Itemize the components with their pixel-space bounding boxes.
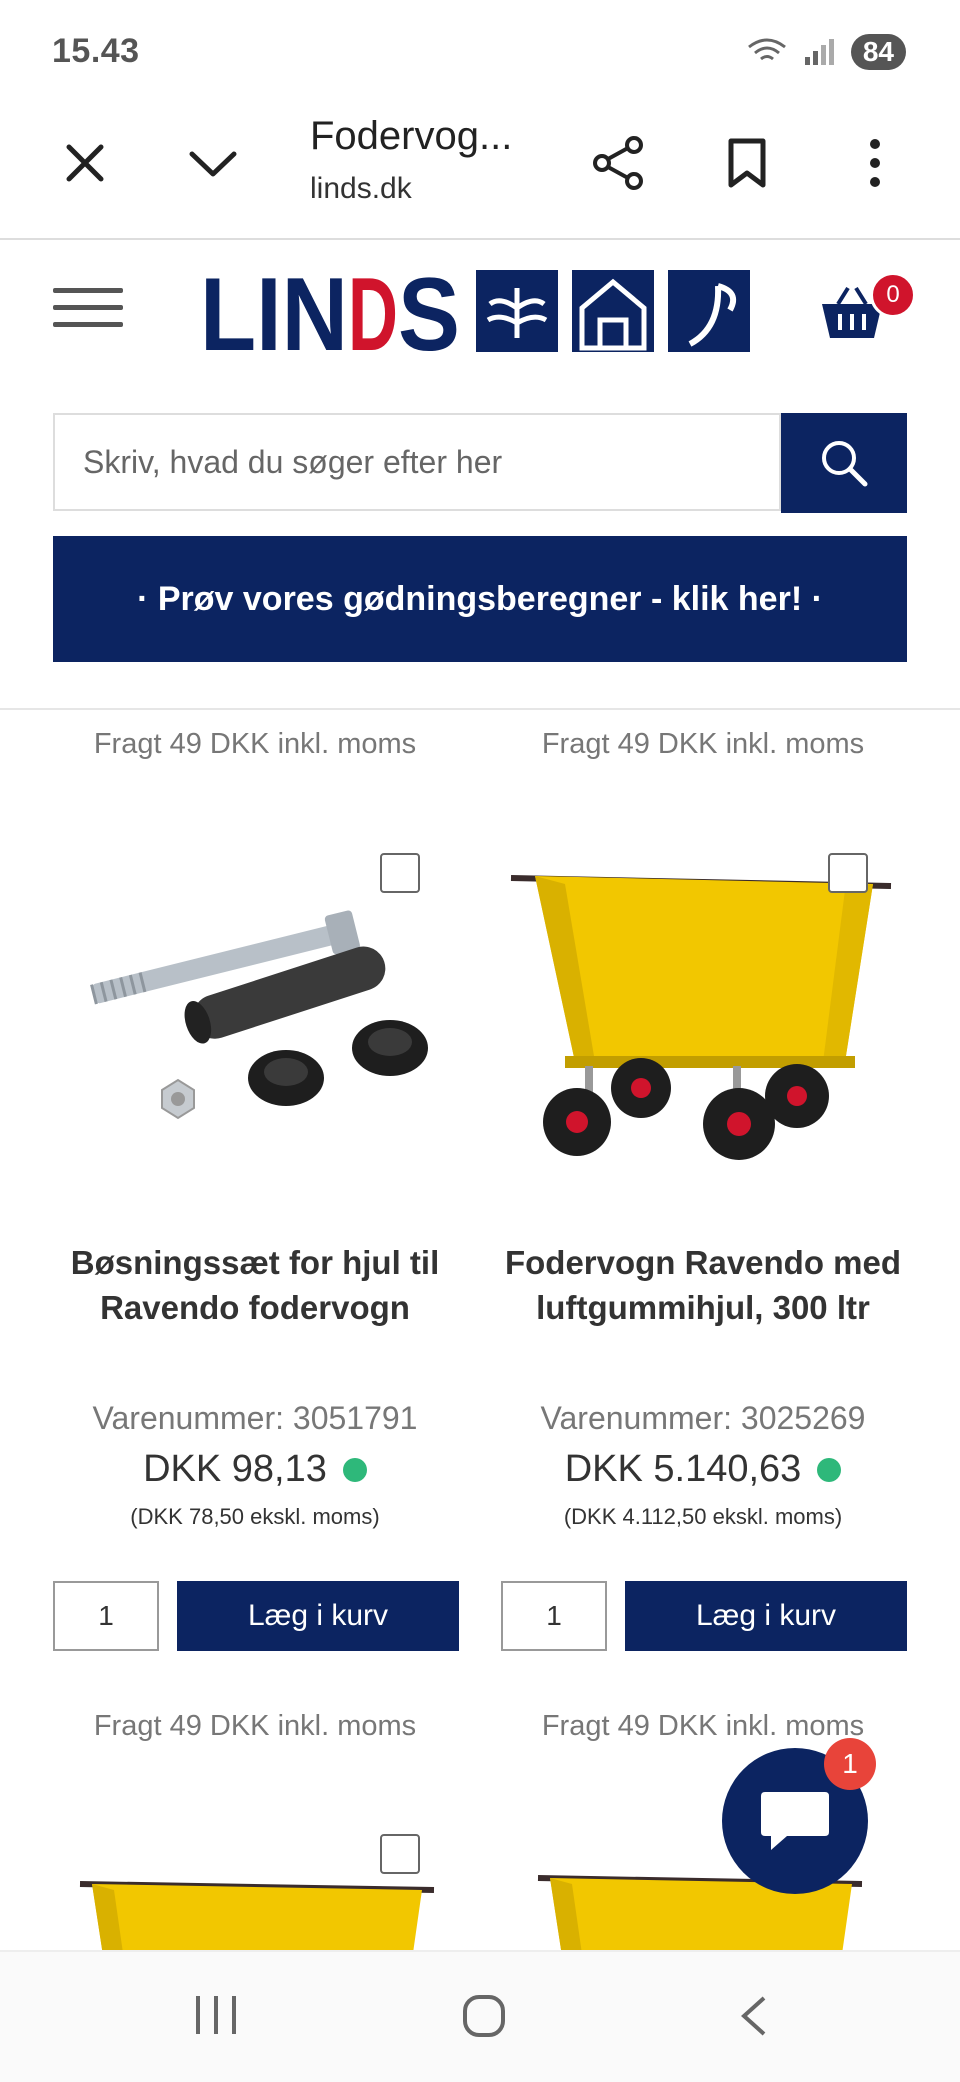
product-price-row: DKK 5.140,63 xyxy=(493,1448,913,1491)
tab-title[interactable]: Fodervog... xyxy=(310,114,512,159)
search-input[interactable] xyxy=(55,415,779,509)
product-price: DKK 5.140,63 xyxy=(564,1448,802,1490)
home-icon[interactable] xyxy=(462,1994,506,2043)
chevron-down-icon[interactable] xyxy=(178,128,248,198)
compare-checkbox[interactable] xyxy=(828,853,868,893)
site-logo[interactable]: LIN D S xyxy=(200,257,760,373)
shipping-note: Fragt 49 DKK inkl. moms xyxy=(93,728,417,760)
quantity-input[interactable] xyxy=(501,1581,607,1651)
search-icon xyxy=(822,441,868,487)
wifi-icon xyxy=(747,38,786,61)
chat-notification-badge: 1 xyxy=(824,1738,876,1790)
hamburger-menu-icon[interactable] xyxy=(53,276,123,339)
product-image[interactable] xyxy=(78,1868,438,1950)
svg-text:D: D xyxy=(348,268,398,356)
product-image[interactable] xyxy=(70,880,450,1140)
product-sku: Varenummer: 3051791 xyxy=(92,1400,418,1436)
add-to-cart-button[interactable]: Læg i kurv xyxy=(625,1581,907,1651)
bookmark-icon[interactable] xyxy=(712,128,782,198)
cart-count-badge: 0 xyxy=(870,272,916,318)
shipping-note: Fragt 49 DKK inkl. moms xyxy=(93,1710,417,1742)
product-price-excl-vat: (DKK 4.112,50 ekskl. moms) xyxy=(563,1504,843,1529)
product-sku: Varenummer: 3025269 xyxy=(540,1400,866,1436)
status-icons: 84 xyxy=(745,34,906,70)
status-time: 15.43 xyxy=(52,32,140,70)
fertilizer-calculator-banner[interactable]: · Prøv vores gødningsberegner - klik her… xyxy=(53,536,907,662)
search-box xyxy=(53,413,781,511)
cart-button[interactable]: 0 xyxy=(820,272,916,349)
quantity-input[interactable] xyxy=(53,1581,159,1651)
product-price: DKK 98,13 xyxy=(143,1448,327,1490)
more-menu-icon[interactable] xyxy=(840,128,910,198)
share-icon[interactable] xyxy=(584,128,654,198)
close-icon[interactable] xyxy=(50,128,120,198)
chat-bubble-icon xyxy=(761,1792,829,1850)
shipping-note: Fragt 49 DKK inkl. moms xyxy=(541,728,865,760)
product-title[interactable]: Bøsningssæt for hjul til Ravendo fodervo… xyxy=(55,1240,455,1330)
recent-apps-icon[interactable] xyxy=(194,1994,238,2041)
product-image[interactable] xyxy=(505,856,905,1176)
product-price-row: DKK 98,13 xyxy=(45,1448,465,1491)
signal-icon xyxy=(804,39,834,65)
tab-url[interactable]: linds.dk xyxy=(310,172,412,206)
svg-text:S: S xyxy=(398,268,460,356)
svg-text:LIN: LIN xyxy=(200,268,348,356)
battery-indicator: 84 xyxy=(850,34,906,70)
product-price-excl-vat: (DKK 78,50 ekskl. moms) xyxy=(130,1504,380,1529)
header-divider xyxy=(0,708,960,710)
in-stock-icon xyxy=(817,1457,842,1482)
back-icon[interactable] xyxy=(738,1994,768,2043)
search-button[interactable] xyxy=(781,413,907,513)
product-title[interactable]: Fodervogn Ravendo med luftgummihjul, 300… xyxy=(503,1240,903,1330)
add-to-cart-button[interactable]: Læg i kurv xyxy=(177,1581,459,1651)
in-stock-icon xyxy=(342,1457,367,1482)
